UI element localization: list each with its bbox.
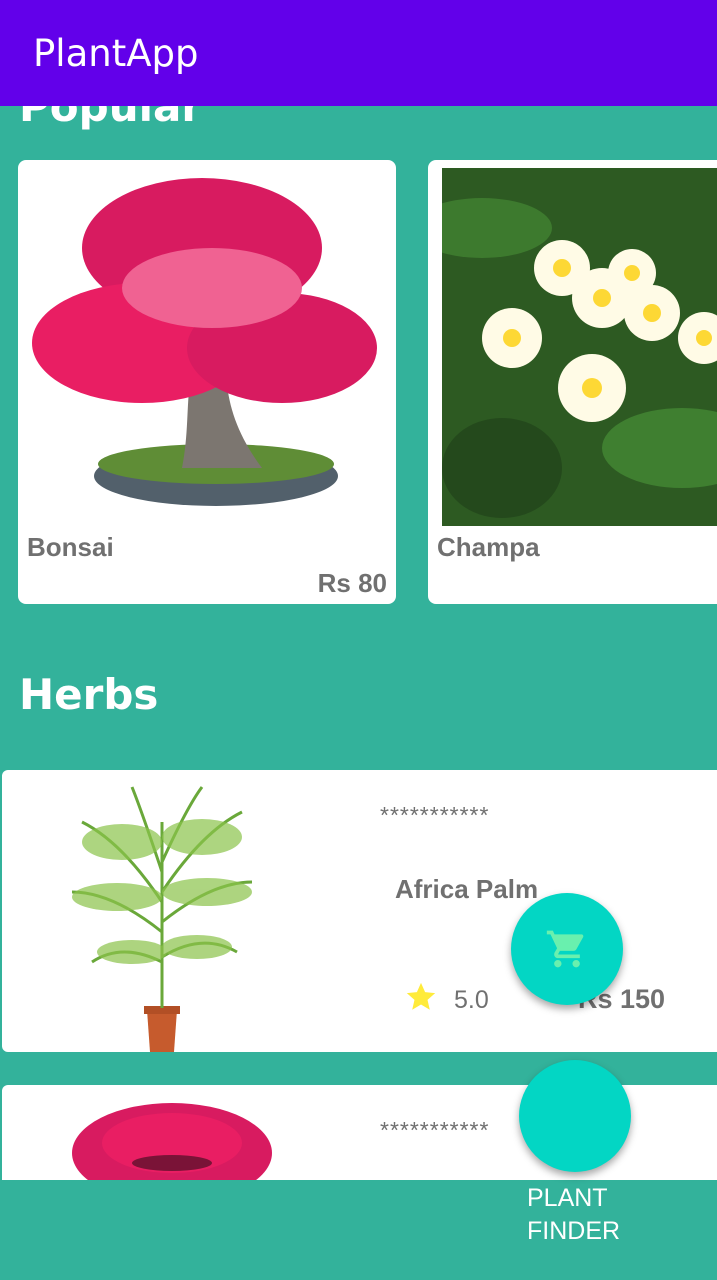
app-title: PlantApp: [33, 32, 199, 75]
app-bar: PlantApp: [0, 0, 717, 106]
stars-text: ***********: [380, 1117, 490, 1143]
rating-value: 5.0: [454, 986, 489, 1014]
plant-price: Rs 80: [317, 568, 387, 598]
plant-name: Champa: [437, 532, 540, 562]
popular-card-champa[interactable]: Champa: [428, 160, 717, 604]
stars-text: ***********: [380, 802, 490, 828]
bonsai-image: [32, 168, 382, 530]
plant-finder-label-line1: PLANT: [527, 1184, 608, 1212]
palm-image: [62, 782, 262, 1052]
plant-finder-button[interactable]: [519, 1060, 631, 1172]
section-title-herbs: Herbs: [19, 670, 159, 719]
cart-button[interactable]: [511, 893, 623, 1005]
plant-finder-label[interactable]: PLANT FINDER: [527, 1182, 657, 1248]
herb-list-item[interactable]: *********** Africa Palm 5.0 Rs 150: [2, 770, 717, 1052]
bonsai-image: [72, 1103, 272, 1193]
shopping-cart-icon: [546, 930, 584, 968]
plant-name: Bonsai: [27, 532, 114, 562]
champa-image: [442, 168, 717, 526]
plant-finder-label-line2: FINDER: [527, 1217, 621, 1245]
plant-name: Africa Palm: [395, 874, 539, 904]
star-icon: [406, 982, 436, 1010]
popular-card-bonsai[interactable]: Bonsai Rs 80: [18, 160, 396, 604]
